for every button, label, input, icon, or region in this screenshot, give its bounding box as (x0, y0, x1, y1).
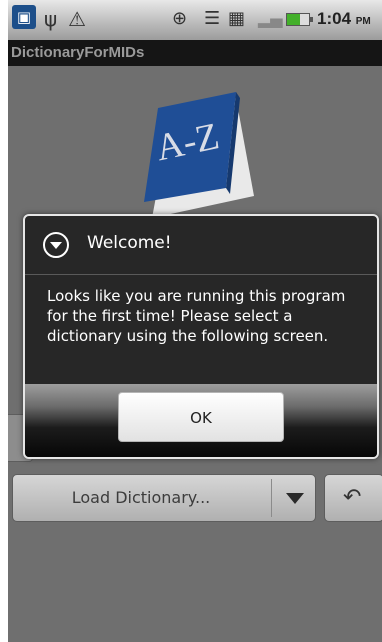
welcome-dialog: Welcome! Looks like you are running this… (23, 214, 379, 459)
status-clock: 1:04 PM (317, 9, 371, 29)
clock-time: 1:04 (317, 9, 352, 28)
gps-icon: ⊕ (172, 8, 188, 29)
battery-level (287, 14, 301, 25)
ok-button[interactable]: OK (118, 392, 284, 442)
spinner-divider (271, 479, 272, 517)
load-dictionary-label: Load Dictionary... (71, 488, 211, 507)
phone-screen: ▣ ψ ⚠ ⊕ ☰ ▦ ▂▄ 1:04 PM DictionaryForMIDs… (8, 0, 382, 642)
warning-icon: ⚠ (68, 7, 86, 31)
wifi-icon: ☰ (204, 8, 221, 29)
undo-button[interactable]: ↶ (324, 474, 382, 522)
load-dictionary-spinner[interactable]: Load Dictionary... (12, 474, 316, 522)
photo-icon: ▣ (12, 5, 36, 29)
app-title: DictionaryForMIDs (8, 40, 382, 66)
dialog-button-bar: OK (25, 384, 377, 457)
dialog-message: Looks like you are running this program … (47, 287, 346, 345)
clock-suffix: PM (355, 16, 371, 27)
dictionary-book-logo: A-Z (144, 92, 254, 218)
data-sync-icon: ▦ (228, 8, 246, 29)
battery-icon (286, 13, 313, 26)
usb-icon: ψ (44, 7, 58, 31)
dropdown-arrow-icon[interactable] (286, 493, 304, 504)
dialog-title: Welcome! (87, 233, 172, 253)
info-dropdown-icon (43, 232, 69, 258)
dialog-header: Welcome! (25, 216, 377, 275)
signal-icon: ▂▄ (258, 9, 283, 28)
status-bar: ▣ ψ ⚠ ⊕ ☰ ▦ ▂▄ 1:04 PM (8, 0, 382, 40)
undo-icon: ↶ (343, 485, 362, 510)
